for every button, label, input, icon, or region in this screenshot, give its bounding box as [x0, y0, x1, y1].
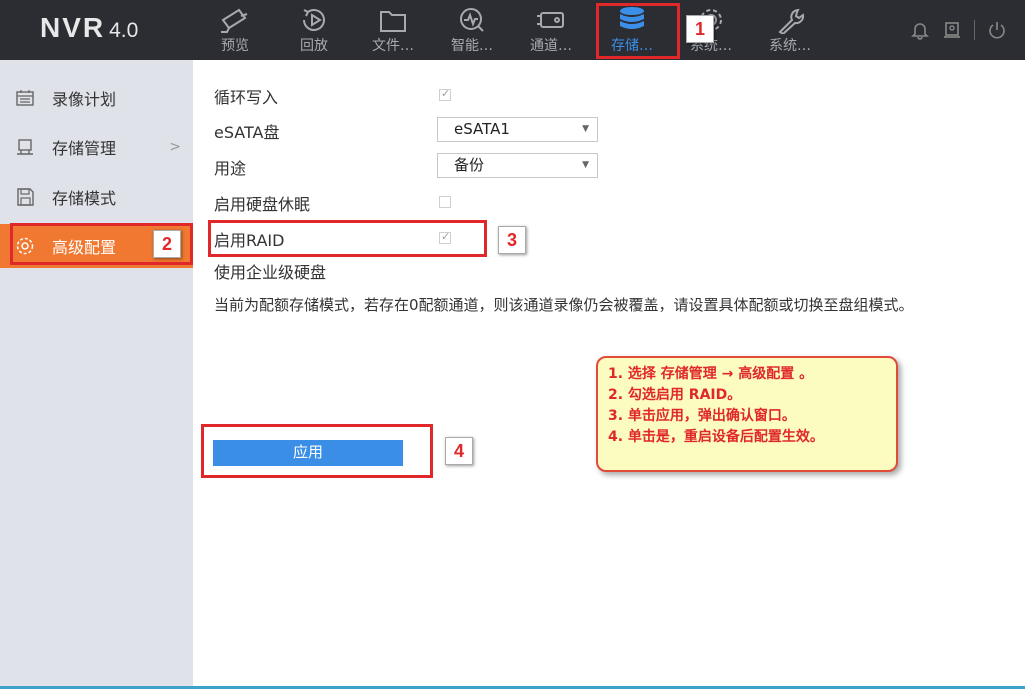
bell-icon[interactable]	[910, 20, 930, 40]
sidebar-item-label: 存储管理	[52, 139, 117, 158]
nav-smart-label: 智能…	[451, 38, 493, 54]
hdd-sleep-checkbox[interactable]	[439, 196, 451, 208]
loop-write-label: 循环写入	[214, 88, 279, 107]
esata-label: eSATA盘	[214, 123, 280, 142]
loop-write-checkbox[interactable]	[439, 87, 451, 101]
highlight-raid-option	[208, 220, 487, 257]
toolbar-divider	[974, 20, 975, 40]
channel-icon	[537, 12, 564, 28]
storage-icon	[14, 136, 36, 158]
caret-down-icon: ▼	[582, 124, 589, 134]
nav-preview[interactable]: 预览	[200, 4, 270, 58]
nav-playback-label: 回放	[300, 38, 328, 54]
playback-icon	[303, 9, 325, 31]
nav-playback[interactable]: 回放	[279, 4, 349, 58]
save-icon	[14, 186, 36, 208]
nav-channel[interactable]: 通道…	[516, 4, 586, 58]
nav-smart[interactable]: 智能…	[437, 4, 507, 58]
user-icon[interactable]	[942, 20, 962, 40]
usage-select-value: 备份	[454, 156, 485, 174]
brand-name: NVR	[40, 12, 106, 43]
sidebar: 录像计划 存储管理 > 存储模式 高级配置	[0, 60, 193, 689]
sidebar-item-label: 存储模式	[52, 189, 117, 208]
step-badge-1: 1	[686, 15, 714, 43]
enterprise-disk-label: 使用企业级硬盘	[214, 263, 327, 282]
step-badge-4: 4	[445, 437, 473, 465]
nav-file-label: 文件…	[372, 38, 414, 54]
instruction-step: 2. 勾选启用 RAID。	[608, 387, 742, 403]
step-badge-3: 3	[498, 226, 526, 254]
hdd-sleep-label: 启用硬盘休眠	[214, 195, 311, 214]
caret-down-icon: ▼	[582, 160, 589, 170]
sidebar-item-storage-management[interactable]: 存储管理 >	[0, 125, 193, 169]
highlight-apply-button	[201, 424, 433, 478]
app-logo: NVR 4.0	[40, 12, 138, 44]
highlight-storage-tab	[596, 3, 680, 59]
nav-preview-label: 预览	[221, 38, 249, 54]
usage-select[interactable]: 备份 ▼	[437, 153, 598, 178]
top-bar: NVR 4.0 预览 回放 文件… 智能… 通道… 存储… 系统… 系统…	[0, 0, 1025, 60]
nav-channel-label: 通道…	[530, 38, 572, 54]
calendar-icon	[14, 87, 36, 109]
nav-system-maintain-label: 系统…	[769, 38, 811, 54]
instruction-step: 1. 选择 存储管理 → 高级配置 。	[608, 366, 814, 382]
sidebar-item-storage-mode[interactable]: 存储模式	[0, 175, 193, 219]
brand-version: 4.0	[109, 19, 139, 42]
usage-label: 用途	[214, 159, 247, 178]
wrench-icon	[778, 8, 805, 34]
sidebar-item-label: 录像计划	[52, 90, 117, 109]
sidebar-item-record-schedule[interactable]: 录像计划	[0, 76, 193, 120]
folder-icon	[380, 11, 406, 32]
storage-mode-notice: 当前为配额存储模式，若存在0配额通道，则该通道录像仍会被覆盖，请设置具体配额或切…	[214, 296, 914, 314]
camera-icon	[221, 8, 248, 33]
chevron-right-icon: >	[169, 139, 181, 155]
top-right-tools	[910, 18, 1007, 42]
esata-select-value: eSATA1	[454, 120, 510, 138]
esata-select[interactable]: eSATA1 ▼	[437, 117, 598, 142]
nav-file[interactable]: 文件…	[358, 4, 428, 58]
smart-icon	[460, 8, 484, 32]
instruction-step: 3. 单击应用，弹出确认窗口。	[608, 408, 796, 424]
power-icon[interactable]	[987, 20, 1007, 40]
step-badge-2: 2	[153, 230, 181, 258]
instruction-callout: 1. 选择 存储管理 → 高级配置 。 2. 勾选启用 RAID。 3. 单击应…	[596, 356, 898, 472]
nav-system-maintain[interactable]: 系统…	[755, 4, 825, 58]
instruction-step: 4. 单击是，重启设备后配置生效。	[608, 429, 824, 445]
